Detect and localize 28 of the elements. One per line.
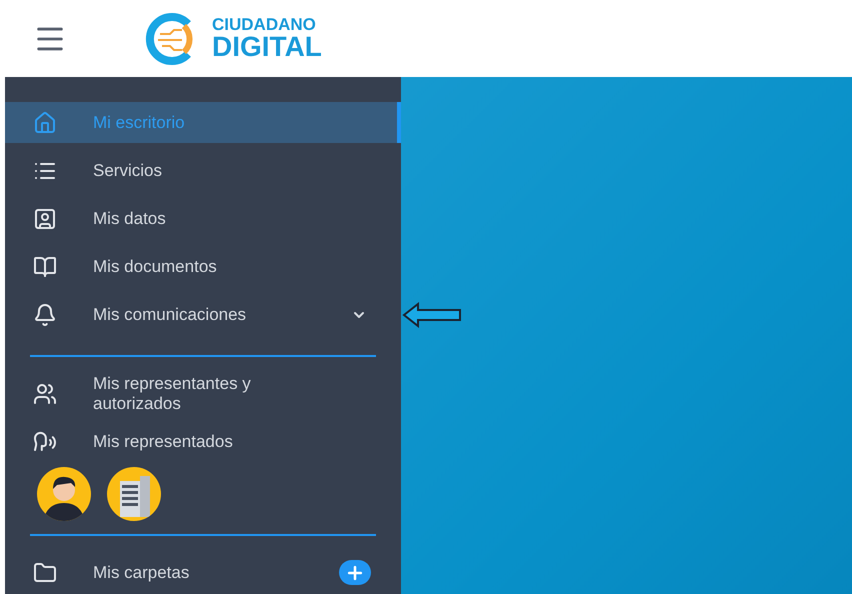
folder-icon <box>33 560 57 584</box>
item-label: Mis representantes y autorizados <box>93 374 252 414</box>
sidebar-item[interactable]: Mis datos <box>5 198 401 239</box>
sidebar-item[interactable]: Mis carpetas <box>5 552 401 593</box>
sidebar-item[interactable]: Mis documentos <box>5 246 401 287</box>
logo-text: CIUDADANO <box>212 16 317 33</box>
home-icon <box>33 110 57 134</box>
user-avatar[interactable] <box>37 467 91 521</box>
item-label: Mis carpetas <box>93 562 190 582</box>
item-label: Mis datos <box>93 208 167 228</box>
book-icon <box>33 254 57 278</box>
sidebar-item[interactable]: Servicios <box>5 150 401 191</box>
logo-text: DIGITAL <box>212 33 322 61</box>
item-label: Mis documentos <box>93 256 218 276</box>
bell-icon <box>33 302 57 326</box>
sidebar-item[interactable]: Mis comunicaciones <box>5 294 401 335</box>
arrow-icon <box>402 302 462 328</box>
sidebar-item[interactable]: Mis representados <box>5 421 401 462</box>
company-avatar[interactable] <box>107 467 161 521</box>
item-label: Mis representados <box>93 432 234 452</box>
item-label: Mi escritorio <box>93 112 186 132</box>
item-label: Mis comunicaciones <box>93 304 248 324</box>
people-icon <box>33 382 57 406</box>
item-label: Servicios <box>93 160 163 180</box>
speaking-person-icon <box>33 430 57 454</box>
add-button[interactable] <box>339 560 371 585</box>
contact-card-icon <box>33 206 57 230</box>
sidebar-item[interactable]: Mis representantes y autorizados <box>5 373 401 414</box>
